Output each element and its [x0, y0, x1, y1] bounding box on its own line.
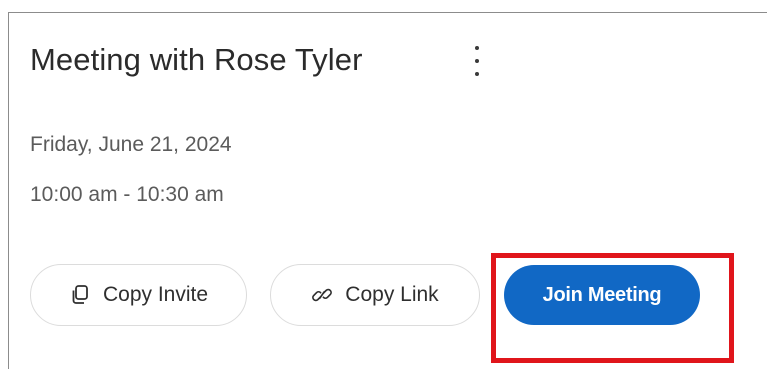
meeting-time: 10:00 am - 10:30 am [30, 183, 224, 206]
copy-link-button[interactable]: Copy Link [270, 264, 480, 326]
link-icon [311, 284, 333, 306]
meeting-header: Meeting with Rose Tyler [30, 42, 363, 78]
copy-invite-label: Copy Invite [102, 283, 209, 306]
more-vertical-icon [475, 46, 479, 50]
more-options-button[interactable] [472, 44, 482, 78]
meeting-title: Meeting with Rose Tyler [30, 42, 363, 77]
copy-link-label: Copy Link [345, 283, 439, 306]
copy-icon [69, 284, 91, 306]
copy-invite-button[interactable]: Copy Invite [30, 264, 247, 326]
join-meeting-label: Join Meeting [542, 283, 662, 306]
meeting-date: Friday, June 21, 2024 [30, 133, 232, 156]
join-meeting-button[interactable]: Join Meeting [504, 265, 700, 325]
